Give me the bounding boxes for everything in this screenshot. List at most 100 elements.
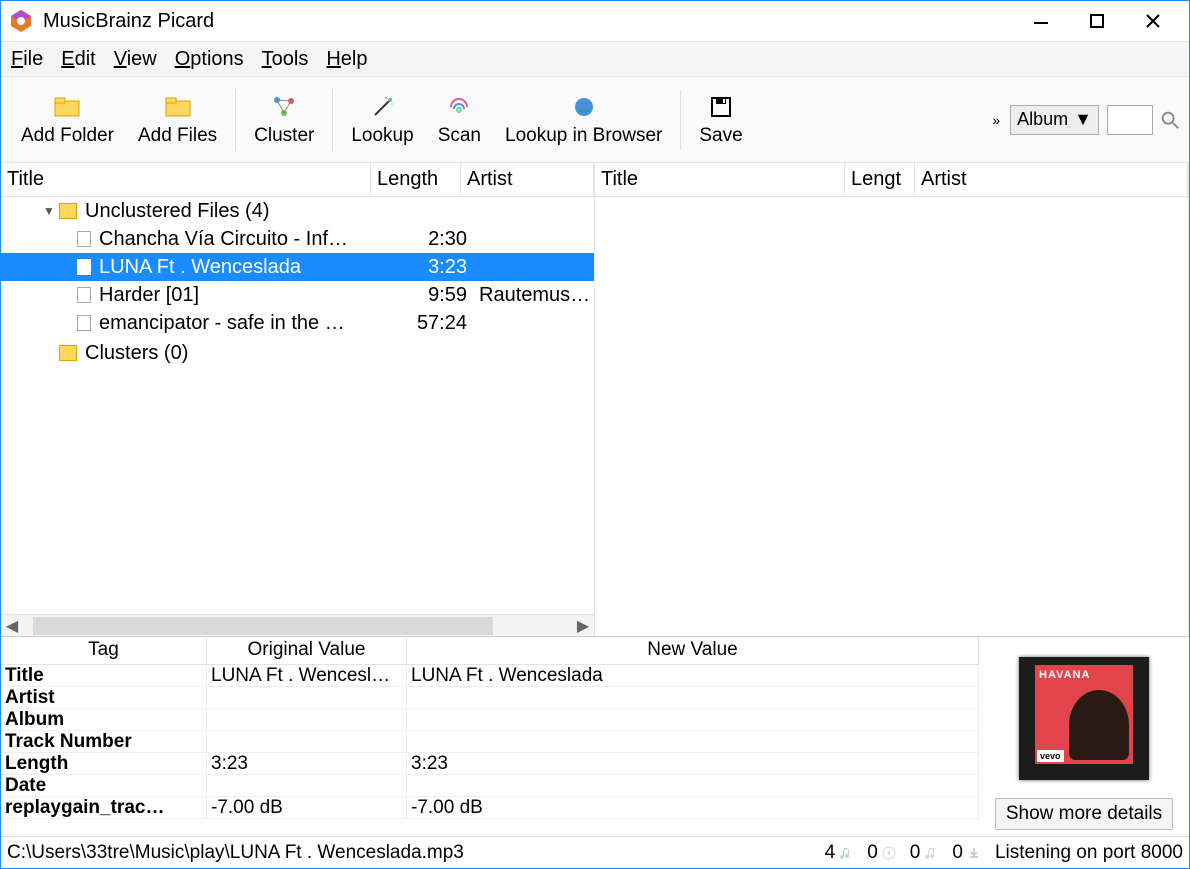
tag-name: Album: [1, 709, 207, 730]
folder-icon: [165, 93, 191, 121]
globe-icon: [572, 93, 596, 121]
tag-row[interactable]: Artist: [1, 687, 979, 709]
tag-orig-value: -7.00 dB: [207, 797, 407, 818]
file-row[interactable]: Harder [01] 9:59 Rautemusik F: [1, 281, 594, 309]
tag-orig-value: [207, 731, 407, 752]
tag-row[interactable]: Track Number: [1, 731, 979, 753]
lookup-browser-button[interactable]: Lookup in Browser: [493, 81, 674, 159]
tag-name: Track Number: [1, 731, 207, 752]
cluster-icon: [272, 93, 296, 121]
minimize-button[interactable]: [1013, 1, 1069, 41]
cover-art[interactable]: HAVANA vevo: [1019, 657, 1149, 780]
tree-node-clusters[interactable]: Clusters (0): [1, 339, 594, 367]
menu-help[interactable]: Help: [326, 48, 367, 71]
tag-col-orig[interactable]: Original Value: [207, 637, 407, 664]
save-icon: [709, 93, 733, 121]
maximize-button[interactable]: [1069, 1, 1125, 41]
toolbar-overflow[interactable]: »: [982, 112, 1010, 128]
music-file-icon: [77, 231, 91, 247]
add-folder-button[interactable]: Add Folder: [9, 81, 126, 159]
chevron-down-icon: ▼: [1074, 109, 1092, 130]
statusbar: C:\Users\33tre\Music\play\LUNA Ft . Wenc…: [1, 836, 1189, 868]
tag-orig-value: [207, 687, 407, 708]
add-files-button[interactable]: Add Files: [126, 81, 229, 159]
right-col-artist[interactable]: Artist: [915, 163, 1188, 196]
tag-new-value: 3:23: [407, 753, 979, 774]
music-note-icon: [839, 846, 853, 860]
tag-new-value: [407, 687, 979, 708]
menu-options[interactable]: Options: [175, 48, 244, 71]
status-path: C:\Users\33tre\Music\play\LUNA Ft . Wenc…: [7, 842, 811, 864]
fingerprint-icon: [447, 93, 471, 121]
download-icon: [967, 846, 981, 860]
scroll-right-icon[interactable]: ▶: [572, 615, 594, 637]
search-input[interactable]: [1107, 105, 1153, 135]
search-type-dropdown[interactable]: Album ▼: [1010, 105, 1099, 135]
app-icon: [9, 9, 33, 33]
folder-icon: [59, 345, 77, 361]
music-file-icon: [77, 315, 91, 331]
search-icon[interactable]: [1159, 109, 1181, 131]
scan-button[interactable]: Scan: [426, 81, 493, 159]
music-file-icon: [77, 259, 91, 275]
tag-orig-value: [207, 775, 407, 796]
show-more-details-button[interactable]: Show more details: [995, 798, 1173, 830]
right-col-length[interactable]: Lengt: [845, 163, 915, 196]
titlebar: MusicBrainz Picard: [1, 1, 1189, 41]
cluster-button[interactable]: Cluster: [242, 81, 326, 159]
menubar: File Edit View Options Tools Help: [1, 41, 1189, 77]
collapse-icon[interactable]: ▼: [39, 204, 59, 218]
tag-new-value: -7.00 dB: [407, 797, 979, 818]
scroll-thumb[interactable]: [33, 617, 493, 635]
lookup-button[interactable]: Lookup: [339, 81, 425, 159]
cd-icon: [882, 846, 896, 860]
file-row[interactable]: LUNA Ft . Wenceslada 3:23: [1, 253, 594, 281]
menu-file[interactable]: File: [11, 48, 43, 71]
right-col-title[interactable]: Title: [595, 163, 845, 196]
status-download-count: 0: [952, 842, 981, 864]
toolbar: Add Folder Add Files Cluster Lookup Scan…: [1, 77, 1189, 163]
save-button[interactable]: Save: [687, 81, 754, 159]
tag-row[interactable]: Length3:233:23: [1, 753, 979, 775]
left-tree[interactable]: ▼ Unclustered Files (4) Chancha Vía Circ…: [1, 197, 594, 614]
file-row[interactable]: Chancha Vía Circuito - Inf… 2:30: [1, 225, 594, 253]
left-hscrollbar[interactable]: ◀ ▶: [1, 614, 594, 636]
status-matched-count: 0: [910, 842, 939, 864]
file-row[interactable]: emancipator - safe in the … 57:24: [1, 309, 594, 337]
window-title: MusicBrainz Picard: [43, 10, 1013, 33]
left-pane: Title Length Artist ▼ Unclustered Files …: [1, 163, 595, 636]
music-file-icon: [77, 287, 91, 303]
tag-new-value: [407, 775, 979, 796]
tag-panel: Tag Original Value New Value TitleLUNA F…: [1, 636, 1189, 836]
tag-col-tag[interactable]: Tag: [1, 637, 207, 664]
tree-node-unclustered[interactable]: ▼ Unclustered Files (4): [1, 197, 594, 225]
tag-row[interactable]: Date: [1, 775, 979, 797]
scroll-left-icon[interactable]: ◀: [1, 615, 23, 637]
folder-icon: [59, 203, 77, 219]
menu-view[interactable]: View: [114, 48, 157, 71]
tag-name: replaygain_trac…: [1, 797, 207, 818]
tag-col-new[interactable]: New Value: [407, 637, 979, 664]
status-pending-count: 0: [867, 842, 896, 864]
folder-icon: [54, 93, 80, 121]
tag-row[interactable]: Album: [1, 709, 979, 731]
tag-new-value: LUNA Ft . Wenceslada: [407, 665, 979, 686]
tag-row[interactable]: replaygain_trac…-7.00 dB-7.00 dB: [1, 797, 979, 819]
tag-name: Artist: [1, 687, 207, 708]
tag-name: Date: [1, 775, 207, 796]
tag-orig-value: [207, 709, 407, 730]
tag-new-value: [407, 709, 979, 730]
left-col-artist[interactable]: Artist: [461, 163, 594, 196]
menu-tools[interactable]: Tools: [262, 48, 309, 71]
wand-icon: [371, 93, 395, 121]
status-files-count: 4: [825, 842, 854, 864]
tag-orig-value: LUNA Ft . Wencesl…: [207, 665, 407, 686]
left-col-length[interactable]: Length: [371, 163, 461, 196]
right-tree[interactable]: [595, 197, 1188, 636]
menu-edit[interactable]: Edit: [61, 48, 95, 71]
tag-name: Length: [1, 753, 207, 774]
close-button[interactable]: [1125, 1, 1181, 41]
music-note-icon: [924, 846, 938, 860]
left-col-title[interactable]: Title: [1, 163, 371, 196]
tag-row[interactable]: TitleLUNA Ft . Wencesl…LUNA Ft . Wencesl…: [1, 665, 979, 687]
